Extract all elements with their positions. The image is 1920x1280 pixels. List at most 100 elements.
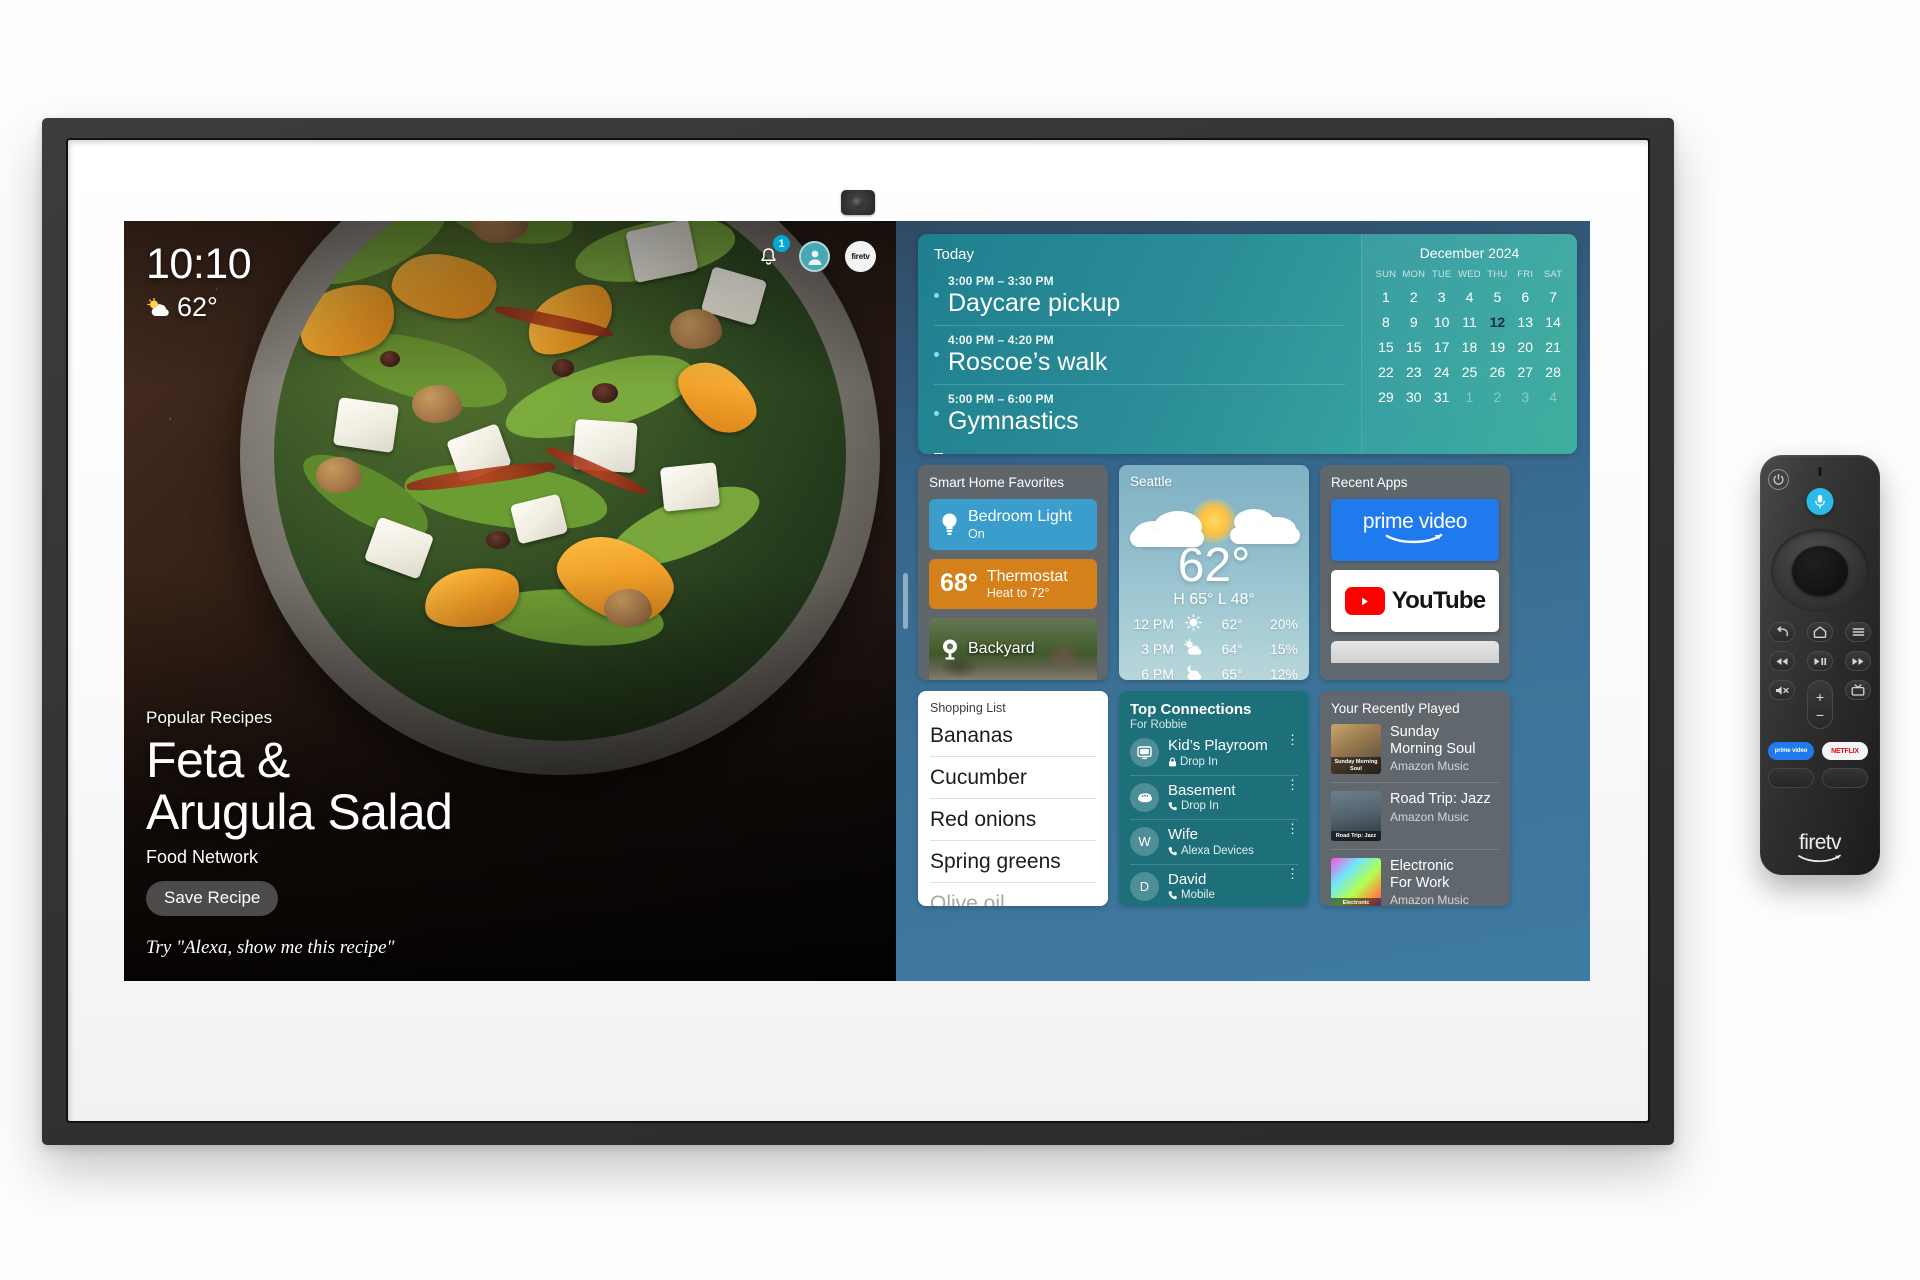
agenda-event[interactable]: 4:00 PM – 4:20 PM Roscoe’s walk bbox=[934, 326, 1345, 385]
recently-played-row[interactable]: Road Trip: Jazz Road Trip: Jazz Amazon M… bbox=[1331, 783, 1499, 850]
calendar-day[interactable]: 4 bbox=[1456, 287, 1484, 308]
recipe-hero-card[interactable]: 10:10 62° 1 firetv Popular Recipes Feta … bbox=[124, 221, 896, 981]
calendar-day[interactable]: 15 bbox=[1400, 337, 1428, 358]
volume-rocker[interactable]: + − bbox=[1807, 680, 1833, 729]
connection-more-button[interactable]: ⋮ bbox=[1286, 733, 1299, 746]
calendar-widget[interactable]: Today 3:00 PM – 3:30 PM Daycare pickup 4… bbox=[918, 234, 1577, 454]
calendar-day[interactable]: 25 bbox=[1456, 362, 1484, 383]
dpad-select-button[interactable] bbox=[1792, 545, 1848, 596]
shopping-list-item[interactable]: Spring greens bbox=[930, 841, 1096, 883]
connection-row[interactable]: D David Mobile ⋮ bbox=[1130, 865, 1299, 907]
panel-drag-handle[interactable] bbox=[903, 573, 908, 629]
app-tile-prime-video[interactable]: prime video bbox=[1331, 499, 1499, 561]
tv-button[interactable] bbox=[1845, 680, 1871, 700]
partly-sunny-icon bbox=[1174, 638, 1212, 659]
agenda-event[interactable]: 5:00 PM – 6:00 PM Gymnastics bbox=[934, 385, 1345, 443]
calendar-day[interactable]: 21 bbox=[1539, 337, 1567, 358]
home-button[interactable] bbox=[1807, 622, 1833, 642]
calendar-day[interactable]: 4 bbox=[1539, 387, 1567, 408]
top-connections-title: Top Connections bbox=[1130, 701, 1252, 718]
calendar-day[interactable]: 18 bbox=[1456, 337, 1484, 358]
weather-widget[interactable]: Seattle 62° H 65° L 48° 12 PM 62° 20% 3 … bbox=[1119, 465, 1309, 680]
recent-apps-widget[interactable]: Recent Apps prime video YouTube bbox=[1320, 465, 1510, 680]
shopping-list-item[interactable]: Red onions bbox=[930, 799, 1096, 841]
recently-played-widget[interactable]: Your Recently Played Sunday Morning Soul… bbox=[1320, 691, 1510, 906]
shopping-list-widget[interactable]: Shopping List Bananas Cucumber Red onion… bbox=[918, 691, 1108, 906]
calendar-day-today[interactable]: 12 bbox=[1483, 312, 1511, 333]
connection-more-button[interactable]: ⋮ bbox=[1286, 866, 1299, 879]
volume-up-button[interactable]: + bbox=[1816, 690, 1824, 704]
recently-played-row[interactable]: Electronic Electronic For Work Amazon Mu… bbox=[1331, 850, 1499, 906]
mute-button[interactable] bbox=[1769, 680, 1795, 700]
top-connections-widget[interactable]: Top Connections For Robbie Kid’s Playroo… bbox=[1119, 691, 1309, 906]
save-recipe-button[interactable]: Save Recipe bbox=[146, 881, 279, 916]
smart-home-tile-thermostat[interactable]: 68° Thermostat Heat to 72° bbox=[929, 558, 1097, 610]
calendar-day[interactable]: 13 bbox=[1511, 312, 1539, 333]
avatar[interactable] bbox=[799, 241, 830, 272]
calendar-day[interactable]: 3 bbox=[1428, 287, 1456, 308]
smart-home-tile-backyard-camera[interactable]: Backyard bbox=[929, 618, 1097, 680]
notifications-button[interactable]: 1 bbox=[753, 235, 790, 272]
calendar-day[interactable]: 10 bbox=[1428, 312, 1456, 333]
fast-forward-button[interactable] bbox=[1845, 651, 1871, 671]
power-button[interactable] bbox=[1768, 469, 1789, 490]
firetv-badge[interactable]: firetv bbox=[845, 241, 876, 272]
weather-hourly-row: 6 PM 65° 12% bbox=[1130, 664, 1298, 680]
calendar-day[interactable]: 27 bbox=[1511, 362, 1539, 383]
calendar-day[interactable]: 7 bbox=[1539, 287, 1567, 308]
connection-row[interactable]: Kid’s Playroom Drop In ⋮ bbox=[1130, 731, 1299, 776]
calendar-day[interactable]: 2 bbox=[1483, 387, 1511, 408]
fast-forward-icon bbox=[1852, 657, 1864, 665]
calendar-day[interactable]: 14 bbox=[1539, 312, 1567, 333]
calendar-day[interactable]: 31 bbox=[1428, 387, 1456, 408]
rewind-button[interactable] bbox=[1769, 651, 1795, 671]
connection-row[interactable]: W Wife Alexa Devices ⋮ bbox=[1130, 820, 1299, 865]
calendar-day[interactable]: 24 bbox=[1428, 362, 1456, 383]
back-button[interactable] bbox=[1769, 622, 1795, 642]
shopping-list-item[interactable]: Olive oil bbox=[930, 883, 1096, 906]
shopping-list-title: Shopping List bbox=[930, 701, 1006, 715]
calendar-day[interactable]: 19 bbox=[1483, 337, 1511, 358]
calendar-day[interactable]: 30 bbox=[1400, 387, 1428, 408]
calendar-day[interactable]: 9 bbox=[1400, 312, 1428, 333]
shopping-list-item[interactable]: Bananas bbox=[930, 715, 1096, 757]
month-calendar[interactable]: December 2024 SUN MON TUE WED THU FRI SA… bbox=[1361, 234, 1577, 454]
calendar-day[interactable]: 6 bbox=[1511, 287, 1539, 308]
volume-down-button[interactable]: − bbox=[1816, 708, 1824, 722]
connection-more-button[interactable]: ⋮ bbox=[1286, 777, 1299, 790]
prime-video-shortcut-button[interactable]: prime video bbox=[1768, 742, 1814, 760]
calendar-day[interactable]: 22 bbox=[1372, 362, 1400, 383]
calendar-day[interactable]: 28 bbox=[1539, 362, 1567, 383]
calendar-day[interactable]: 23 bbox=[1400, 362, 1428, 383]
recently-played-row[interactable]: Sunday Morning Soul Sunday Morning Soul … bbox=[1331, 716, 1499, 783]
menu-button[interactable] bbox=[1845, 622, 1871, 642]
agenda-event[interactable]: 3:00 PM – 3:30 PM Daycare pickup bbox=[934, 267, 1345, 326]
calendar-day[interactable]: 8 bbox=[1372, 312, 1400, 333]
calendar-day[interactable]: 26 bbox=[1483, 362, 1511, 383]
calendar-day[interactable]: 20 bbox=[1511, 337, 1539, 358]
calendar-day[interactable]: 11 bbox=[1456, 312, 1484, 333]
smart-home-tile-bedroom-light[interactable]: Bedroom Light On bbox=[929, 499, 1097, 550]
calendar-day[interactable]: 1 bbox=[1456, 387, 1484, 408]
smart-home-widget[interactable]: Smart Home Favorites Bedroom Light On 68… bbox=[918, 465, 1108, 680]
calendar-day[interactable]: 3 bbox=[1511, 387, 1539, 408]
voice-button[interactable] bbox=[1806, 488, 1834, 515]
netflix-shortcut-button[interactable]: NETFLIX bbox=[1822, 742, 1868, 760]
connection-row[interactable]: Basement Drop In ⋮ bbox=[1130, 776, 1299, 820]
shopping-list-item[interactable]: Cucumber bbox=[930, 757, 1096, 799]
calendar-day[interactable]: 5 bbox=[1483, 287, 1511, 308]
app-shortcut-button-3[interactable] bbox=[1768, 768, 1814, 788]
calendar-day[interactable]: 29 bbox=[1372, 387, 1400, 408]
calendar-day[interactable]: 17 bbox=[1428, 337, 1456, 358]
app-tile-partial[interactable] bbox=[1331, 641, 1499, 663]
calendar-day[interactable]: 2 bbox=[1400, 287, 1428, 308]
phone-icon bbox=[1168, 846, 1177, 855]
play-pause-button[interactable] bbox=[1807, 651, 1833, 671]
calendar-day[interactable]: 15 bbox=[1372, 337, 1400, 358]
calendar-day[interactable]: 1 bbox=[1372, 287, 1400, 308]
connection-more-button[interactable]: ⋮ bbox=[1286, 822, 1299, 835]
app-shortcut-button-4[interactable] bbox=[1822, 768, 1868, 788]
app-tile-youtube[interactable]: YouTube bbox=[1331, 570, 1499, 632]
dpad-navigation-ring[interactable] bbox=[1771, 529, 1869, 612]
back-icon bbox=[1776, 626, 1788, 637]
